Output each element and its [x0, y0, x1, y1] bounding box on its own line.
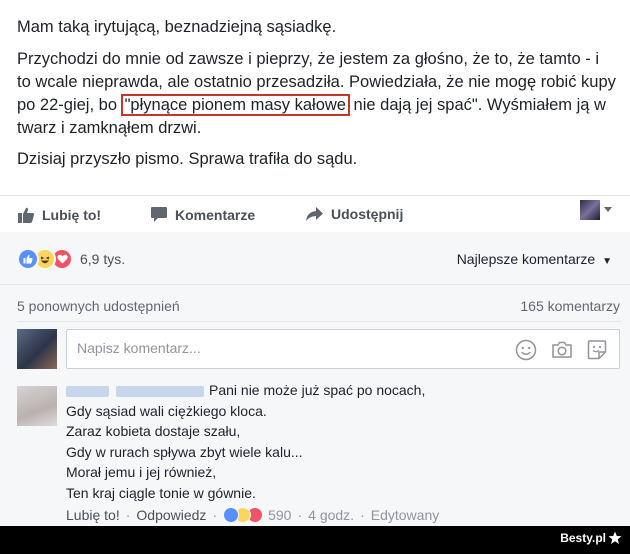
watermark-bar: Besty.pl [0, 526, 630, 554]
separator-dot: · [125, 507, 131, 523]
like-icon [17, 248, 39, 270]
like-label: Lubię to! [42, 207, 102, 223]
like-icon [223, 507, 240, 523]
sort-label: Najlepsze komentarze [456, 251, 596, 267]
watermark: Besty.pl [560, 531, 622, 545]
shares-count[interactable]: 5 ponownych udostępnień [17, 298, 180, 314]
separator-dot: · [360, 507, 365, 523]
post-paragraph-2: Przychodzi do mnie od zawsze i pieprzy, … [17, 48, 617, 140]
thumbs-up-icon [18, 207, 35, 223]
highlighted-quote: "płynące pionem masy kałowe [120, 94, 350, 116]
post-as-selector[interactable] [580, 200, 612, 220]
comment-footer: Lubię to! · Odpowiedz · 590 · 4 godz. · … [66, 507, 439, 523]
post-line-3: Dzisiaj przyszło pismo. Sprawa trafiła d… [17, 150, 358, 168]
post-line-1: Mam taką irytującą, beznadziejną sąsiadk… [17, 18, 337, 36]
watermark-text: Besty.pl [560, 531, 606, 545]
like-button[interactable]: Lubię to! [17, 206, 101, 224]
page-avatar [580, 200, 600, 220]
comment-input[interactable] [75, 339, 499, 357]
reactions-summary[interactable]: 6,9 tys. [17, 248, 125, 270]
comment-label: Komentarze [175, 206, 256, 223]
comment-reply-link[interactable]: Odpowiedz [136, 507, 206, 523]
current-user-avatar [17, 329, 57, 369]
comment-line: Ten kraj ciągle tonie w gównie. [66, 484, 256, 501]
caret-down-icon: ▼ [602, 256, 612, 267]
chevron-down-icon [604, 207, 612, 212]
share-label: Udostępnij [331, 206, 404, 222]
comments-count[interactable]: 165 komentarzy [520, 298, 620, 314]
comment-reaction-count: 590 [268, 507, 292, 523]
comment-time[interactable]: 4 godz. [308, 507, 354, 523]
comment-line: Gdy w rurach spływa zbyt wiele kalu... [66, 443, 303, 460]
comment-composer[interactable] [66, 329, 620, 369]
comment-line: Gdy sąsiad wali ciężkiego kloca. [66, 402, 267, 419]
comment-edited[interactable]: Edytowany [371, 507, 439, 523]
comment-line: Morał jemu i jej również, [66, 464, 217, 480]
comment-line: Pani nie może już spać po nocach, [209, 382, 426, 398]
emoji-icon[interactable] [515, 339, 537, 361]
commenter-avatar[interactable] [17, 386, 57, 426]
comment-line: Zaraz kobieta dostaje szału, [66, 423, 241, 439]
sticker-icon[interactable] [586, 339, 608, 361]
comment-reactions[interactable]: 590 [223, 507, 291, 523]
divider [17, 321, 621, 322]
reaction-count: 6,9 tys. [80, 251, 126, 267]
camera-icon[interactable] [551, 339, 573, 361]
separator-dot: · [297, 507, 303, 523]
share-arrow-icon [306, 207, 323, 221]
separator-dot: · [212, 507, 218, 523]
star-icon [608, 531, 622, 544]
comment-button[interactable]: Komentarze [150, 206, 255, 223]
divider [0, 284, 630, 285]
comment-sort-dropdown[interactable]: Najlepsze komentarze ▼ [457, 251, 612, 267]
comment-like-link[interactable]: Lubię to! [66, 507, 120, 523]
comment-icon [151, 207, 167, 222]
post-body: Mam taką irytującą, beznadziejną sąsiadk… [17, 16, 617, 179]
comment-text: Pani nie może już spać po nocach, Gdy są… [66, 380, 425, 503]
post-action-bar: Lubię to! Komentarze Udostępnij [0, 195, 630, 232]
share-button[interactable]: Udostępnij [305, 206, 403, 222]
